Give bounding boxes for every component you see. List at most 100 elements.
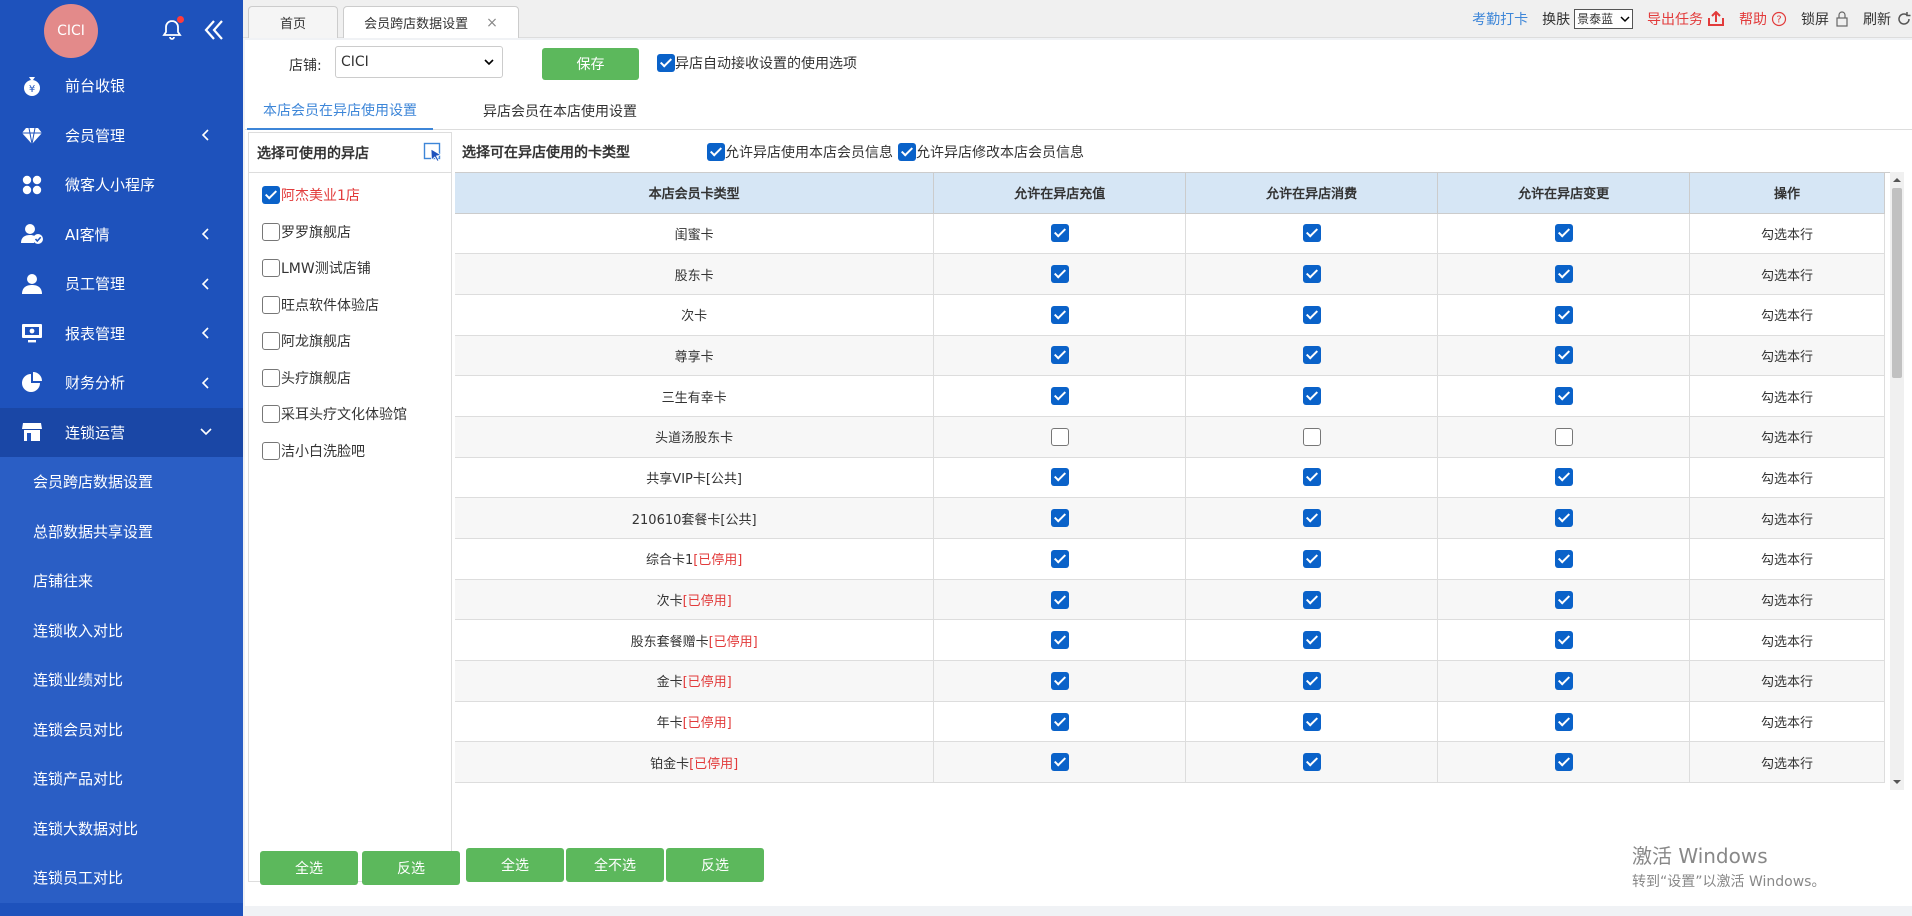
scroll-up-icon[interactable] [1890, 174, 1904, 186]
consume-checkbox[interactable] [1302, 509, 1321, 528]
action-cell[interactable]: 勾选本行 [1689, 457, 1885, 499]
sidebar-subitem-0[interactable]: 会员跨店数据设置 [0, 457, 243, 507]
allow-modify-info-option[interactable]: 允许异店修改本店会员信息 [898, 142, 1084, 162]
change-checkbox[interactable] [1554, 590, 1573, 609]
allow-modify-info-checkbox[interactable] [898, 143, 916, 161]
lock-button[interactable]: 锁屏 [1801, 9, 1849, 29]
change-checkbox[interactable] [1554, 468, 1573, 487]
action-cell[interactable]: 勾选本行 [1689, 538, 1885, 580]
change-checkbox[interactable] [1554, 305, 1573, 324]
close-tab-icon[interactable]: × [486, 15, 498, 31]
table-scrollbar[interactable] [1890, 172, 1904, 790]
action-cell[interactable]: 勾选本行 [1689, 579, 1885, 621]
cards-invert-button[interactable]: 反选 [666, 848, 764, 882]
recharge-checkbox[interactable] [1050, 753, 1069, 772]
consume-checkbox[interactable] [1302, 468, 1321, 487]
change-checkbox[interactable] [1554, 671, 1573, 690]
change-checkbox[interactable] [1554, 753, 1573, 772]
change-checkbox[interactable] [1554, 224, 1573, 243]
action-cell[interactable]: 勾选本行 [1689, 335, 1885, 377]
sidebar-subitem-8[interactable]: 连锁员工对比 [0, 853, 243, 903]
save-button[interactable]: 保存 [542, 48, 639, 80]
change-checkbox[interactable] [1554, 509, 1573, 528]
cards-select-all-button[interactable]: 全选 [466, 848, 564, 882]
consume-checkbox[interactable] [1302, 712, 1321, 731]
select-row-link[interactable]: 勾选本行 [1761, 391, 1813, 406]
select-row-link[interactable]: 勾选本行 [1761, 513, 1813, 528]
recharge-checkbox[interactable] [1050, 468, 1069, 487]
store-item[interactable]: LMW测试店铺 [249, 250, 451, 287]
recharge-checkbox[interactable] [1050, 224, 1069, 243]
action-cell[interactable]: 勾选本行 [1689, 701, 1885, 743]
sidebar-subitem-4[interactable]: 连锁业绩对比 [0, 655, 243, 705]
consume-checkbox[interactable] [1302, 224, 1321, 243]
change-checkbox[interactable] [1554, 346, 1573, 365]
allow-use-info-option[interactable]: 允许异店使用本店会员信息 [707, 142, 893, 162]
sidebar-item-7[interactable]: 连锁运营 [0, 407, 243, 457]
select-row-link[interactable]: 勾选本行 [1761, 553, 1813, 568]
select-row-link[interactable]: 勾选本行 [1761, 269, 1813, 284]
recharge-checkbox[interactable] [1050, 631, 1069, 650]
select-row-link[interactable]: 勾选本行 [1761, 309, 1813, 324]
cards-select-none-button[interactable]: 全不选 [566, 848, 664, 882]
change-checkbox[interactable] [1554, 712, 1573, 731]
action-cell[interactable]: 勾选本行 [1689, 741, 1885, 784]
consume-checkbox[interactable] [1302, 671, 1321, 690]
auto-receive-option[interactable]: 异店自动接收设置的使用选项 [657, 53, 857, 73]
action-cell[interactable]: 勾选本行 [1689, 619, 1885, 662]
collapse-sidebar-icon[interactable] [203, 17, 225, 43]
scrollbar-thumb[interactable] [1892, 188, 1902, 378]
store-item[interactable]: 洁小白洗脸吧 [249, 433, 451, 470]
store-checkbox[interactable] [262, 295, 280, 314]
recharge-checkbox[interactable] [1050, 549, 1069, 568]
recharge-checkbox[interactable] [1050, 387, 1069, 406]
recharge-checkbox[interactable] [1050, 671, 1069, 690]
sidebar-subitem-1[interactable]: 总部数据共享设置 [0, 506, 243, 556]
change-checkbox[interactable] [1554, 427, 1573, 446]
store-item[interactable]: 阿龙旗舰店 [249, 323, 451, 360]
pointer-select-icon[interactable] [423, 142, 443, 162]
action-cell[interactable]: 勾选本行 [1689, 253, 1885, 295]
stores-select-all-button[interactable]: 全选 [260, 851, 358, 885]
consume-checkbox[interactable] [1302, 265, 1321, 284]
stores-invert-button[interactable]: 反选 [362, 851, 460, 885]
attendance-link[interactable]: 考勤打卡 [1472, 9, 1528, 29]
allow-use-info-checkbox[interactable] [707, 143, 725, 161]
consume-checkbox[interactable] [1302, 753, 1321, 772]
recharge-checkbox[interactable] [1050, 427, 1069, 446]
select-row-link[interactable]: 勾选本行 [1761, 431, 1813, 446]
change-checkbox[interactable] [1554, 549, 1573, 568]
store-checkbox[interactable] [262, 259, 280, 278]
sidebar-subitem-6[interactable]: 连锁产品对比 [0, 754, 243, 804]
sidebar-item-2[interactable]: 微客人小程序 [0, 160, 243, 210]
auto-receive-checkbox[interactable] [657, 54, 675, 72]
consume-checkbox[interactable] [1302, 549, 1321, 568]
tab-home[interactable]: 首页 [248, 6, 338, 38]
consume-checkbox[interactable] [1302, 305, 1321, 324]
action-cell[interactable]: 勾选本行 [1689, 294, 1885, 336]
store-item[interactable]: 采耳头疗文化体验馆 [249, 396, 451, 433]
store-select[interactable]: CICI [335, 46, 503, 78]
select-row-link[interactable]: 勾选本行 [1761, 675, 1813, 690]
select-row-link[interactable]: 勾选本行 [1761, 757, 1813, 772]
action-cell[interactable]: 勾选本行 [1689, 416, 1885, 458]
sidebar-item-0[interactable]: ¥ 前台收银 [0, 61, 243, 111]
sidebar-item-3[interactable]: AI客情 [0, 210, 243, 260]
select-row-link[interactable]: 勾选本行 [1761, 228, 1813, 243]
tab-member-cross-store[interactable]: 会员跨店数据设置 × [343, 6, 519, 38]
store-checkbox[interactable] [262, 441, 280, 460]
help-button[interactable]: 帮助 ? [1739, 9, 1787, 29]
store-checkbox[interactable] [262, 405, 280, 424]
action-cell[interactable]: 勾选本行 [1689, 375, 1885, 417]
consume-checkbox[interactable] [1302, 631, 1321, 650]
store-checkbox[interactable] [262, 222, 280, 241]
select-row-link[interactable]: 勾选本行 [1761, 594, 1813, 609]
avatar[interactable]: CICI [44, 4, 98, 58]
store-item[interactable]: 阿杰美业1店 [249, 177, 451, 214]
sidebar-item-5[interactable]: 报表管理 [0, 309, 243, 359]
store-item[interactable]: 头疗旗舰店 [249, 360, 451, 397]
recharge-checkbox[interactable] [1050, 590, 1069, 609]
change-checkbox[interactable] [1554, 387, 1573, 406]
sidebar-item-6[interactable]: 财务分析 [0, 358, 243, 408]
skin-select[interactable]: 景泰蓝 [1574, 9, 1633, 29]
